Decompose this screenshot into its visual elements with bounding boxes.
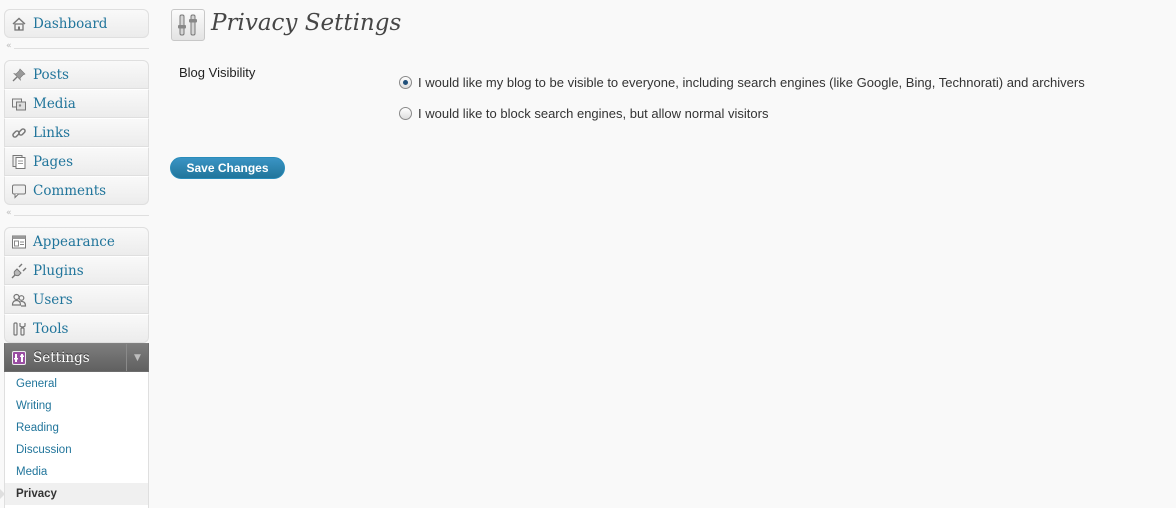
menu-label: Settings [33, 349, 90, 366]
menu-separator: « [4, 41, 149, 52]
menu-media[interactable]: Media [4, 89, 149, 118]
menu-posts[interactable]: Posts [4, 60, 149, 89]
radio-label: I would like to block search engines, bu… [418, 106, 769, 121]
settings-icon [10, 349, 28, 367]
menu-label: Tools [33, 320, 69, 337]
link-icon [10, 124, 28, 142]
menu-label: Posts [33, 66, 69, 83]
menu-label: Media [33, 95, 76, 112]
submenu-writing[interactable]: Writing [5, 395, 148, 417]
menu-label: Comments [33, 182, 107, 199]
users-icon [10, 291, 28, 309]
page-title: Privacy Settings [211, 10, 402, 36]
radio-option-visible[interactable]: I would like my blog to be visible to ev… [399, 75, 1085, 90]
settings-submenu: General Writing Reading Discussion Media… [0, 372, 149, 508]
menu-plugins[interactable]: Plugins [4, 256, 149, 285]
radio-option-block-search-engines[interactable]: I would like to block search engines, bu… [399, 106, 768, 121]
menu-label: Dashboard [33, 15, 108, 32]
submenu-media[interactable]: Media [5, 461, 148, 483]
menu-links[interactable]: Links [4, 118, 149, 147]
admin-sidebar: Dashboard « Posts Media Links Pages Comm… [0, 0, 149, 508]
radio-button-unchecked[interactable] [399, 107, 412, 120]
settings-page-icon [171, 9, 205, 41]
radio-button-checked[interactable] [399, 76, 412, 89]
menu-label: Users [33, 291, 73, 308]
menu-label: Appearance [33, 233, 115, 250]
menu-comments[interactable]: Comments [4, 176, 149, 205]
menu-settings[interactable]: Settings ▼ [4, 343, 149, 372]
appearance-icon [10, 233, 28, 251]
collapse-toggle-icon[interactable]: ▼ [126, 344, 148, 371]
pushpin-icon [10, 66, 28, 84]
submenu-discussion[interactable]: Discussion [5, 439, 148, 461]
menu-users[interactable]: Users [4, 285, 149, 314]
submenu-general[interactable]: General [5, 373, 148, 395]
comment-bubble-icon [10, 182, 28, 200]
submenu-privacy[interactable]: Privacy [0, 483, 148, 505]
menu-label: Links [33, 124, 71, 141]
radio-label: I would like my blog to be visible to ev… [418, 75, 1085, 90]
menu-separator: « [4, 208, 149, 219]
pages-icon [10, 153, 28, 171]
tools-icon [10, 320, 28, 338]
plug-icon [10, 262, 28, 280]
menu-label: Plugins [33, 262, 84, 279]
menu-appearance[interactable]: Appearance [4, 227, 149, 256]
submenu-reading[interactable]: Reading [5, 417, 148, 439]
menu-tools[interactable]: Tools [4, 314, 149, 343]
media-icon [10, 95, 28, 113]
menu-pages[interactable]: Pages [4, 147, 149, 176]
save-changes-button[interactable]: Save Changes [170, 157, 285, 179]
home-icon [10, 15, 28, 33]
field-label-blog-visibility: Blog Visibility [179, 65, 256, 80]
menu-label: Pages [33, 153, 74, 170]
menu-dashboard[interactable]: Dashboard [4, 9, 149, 38]
